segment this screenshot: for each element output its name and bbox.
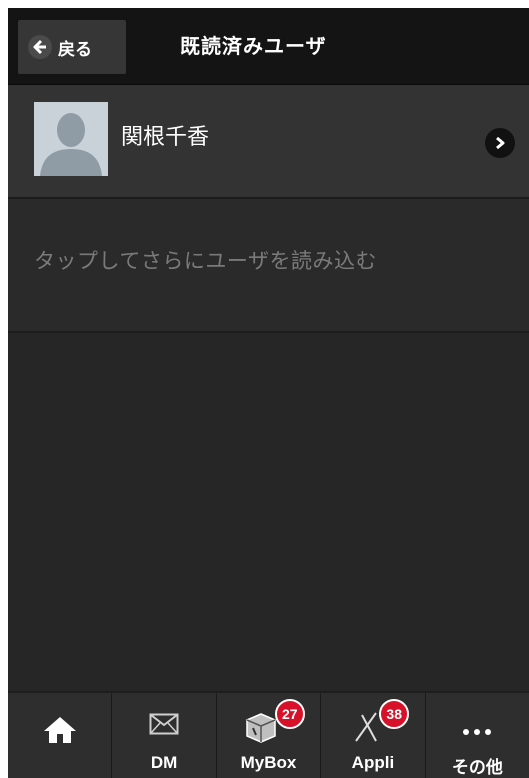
arrow-left-icon (28, 35, 52, 59)
back-label: 戻る (58, 39, 92, 60)
back-button[interactable]: 戻る (18, 20, 126, 74)
chevron-right-icon (485, 128, 515, 158)
nav-home[interactable] (8, 693, 113, 778)
nav-more[interactable]: その他 (426, 693, 529, 778)
home-icon (42, 715, 78, 749)
nav-dm[interactable]: DM (112, 693, 217, 778)
nav-mybox-label: MyBox (240, 753, 297, 772)
nav-appli[interactable]: 38 Appli (321, 693, 426, 778)
mybox-badge: 27 (274, 699, 305, 729)
user-list-item[interactable]: 関根千香 (8, 85, 529, 199)
header-bar: 戻る 既読済みユーザ (8, 8, 529, 85)
apps-icon (352, 709, 382, 747)
box-icon (244, 711, 278, 747)
page-title: 既読済みユーザ (180, 34, 327, 58)
default-avatar-icon (34, 102, 108, 176)
nav-mybox[interactable]: 27 MyBox (217, 693, 322, 778)
nav-appli-label: Appli (351, 753, 395, 772)
app-screen: 戻る 既読済みユーザ 関根千香 タップしてさらにユーザを読み込む DM 27 M… (8, 8, 529, 778)
user-name: 関根千香 (121, 125, 210, 150)
load-more-button[interactable]: タップしてさらにユーザを読み込む (8, 199, 529, 333)
nav-more-label: その他 (451, 758, 503, 777)
ellipsis-icon (462, 721, 492, 740)
avatar (34, 102, 108, 176)
envelope-icon (149, 713, 179, 739)
bottom-nav: DM 27 MyBox 38 Appli その他 (8, 691, 529, 778)
nav-dm-label: DM (150, 753, 178, 772)
appli-badge: 38 (379, 699, 410, 729)
load-more-label: タップしてさらにユーザを読み込む (34, 249, 377, 273)
